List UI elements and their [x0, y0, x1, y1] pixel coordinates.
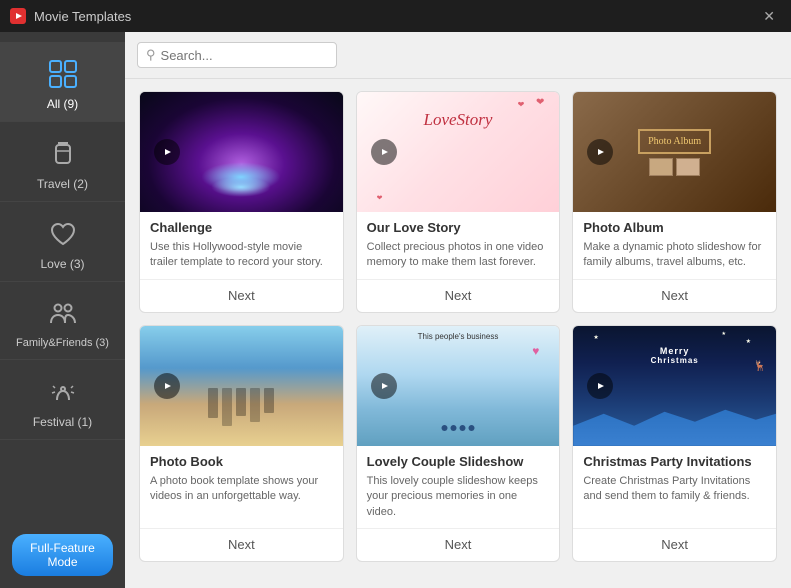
play-button-christmas[interactable] [587, 373, 613, 399]
next-button-couple[interactable]: Next [367, 537, 550, 552]
card-title-couple: Lovely Couple Slideshow [367, 454, 550, 469]
next-button-christmas[interactable]: Next [583, 537, 766, 552]
card-desc-photobook: A photo book template shows your videos … [150, 474, 333, 520]
window-title: Movie Templates [34, 9, 757, 24]
template-card-christmas: Merry Christmas ★ ★ ★ 🦌 [572, 325, 777, 562]
play-button-photobook[interactable] [154, 373, 180, 399]
sidebar-item-family[interactable]: Family&Friends (3) [0, 282, 125, 360]
card-title-challenge: Challenge [150, 220, 333, 235]
card-title-photobook: Photo Book [150, 454, 333, 469]
sidebar-item-love[interactable]: Love (3) [0, 202, 125, 282]
title-bar: Movie Templates ✕ [0, 0, 791, 32]
close-button[interactable]: ✕ [757, 6, 781, 27]
love-icon [45, 216, 81, 252]
sidebar-item-travel[interactable]: Travel (2) [0, 122, 125, 202]
card-body-photobook: Photo Book A photo book template shows y… [140, 446, 343, 528]
search-input-wrap[interactable]: ⚲ [137, 42, 337, 68]
card-title-christmas: Christmas Party Invitations [583, 454, 766, 469]
card-thumb-christmas: Merry Christmas ★ ★ ★ 🦌 [573, 326, 776, 446]
play-button-lovestory[interactable] [371, 139, 397, 165]
festival-icon [45, 374, 81, 410]
card-thumb-couple: This people's business ♥ [357, 326, 560, 446]
content-area: ⚲ Challenge Use this Hollywood-style [125, 32, 791, 588]
sidebar: All (9) Travel (2) Love (3) [0, 32, 125, 588]
travel-icon [45, 136, 81, 172]
card-footer-couple: Next [357, 528, 560, 561]
card-title-photoalbum: Photo Album [583, 220, 766, 235]
card-thumb-photobook [140, 326, 343, 446]
card-footer-photoalbum: Next [573, 279, 776, 312]
template-card-lovestory: LoveStory ❤ ❤ ❤ Our Love Story Collect p… [356, 91, 561, 313]
sidebar-festival-label: Festival (1) [33, 415, 92, 429]
card-footer-lovestory: Next [357, 279, 560, 312]
card-title-lovestory: Our Love Story [367, 220, 550, 235]
all-icon [45, 56, 81, 92]
search-bar: ⚲ [125, 32, 791, 79]
card-body-photoalbum: Photo Album Make a dynamic photo slidesh… [573, 212, 776, 279]
next-button-lovestory[interactable]: Next [367, 288, 550, 303]
template-grid: Challenge Use this Hollywood-style movie… [125, 79, 791, 588]
card-thumb-challenge [140, 92, 343, 212]
template-card-couple: This people's business ♥ Lov [356, 325, 561, 562]
family-icon [45, 296, 81, 332]
card-body-lovestory: Our Love Story Collect precious photos i… [357, 212, 560, 279]
card-desc-couple: This lovely couple slideshow keeps your … [367, 474, 550, 520]
sidebar-travel-label: Travel (2) [37, 177, 88, 191]
card-desc-lovestory: Collect precious photos in one video mem… [367, 240, 550, 271]
card-footer-challenge: Next [140, 279, 343, 312]
next-button-challenge[interactable]: Next [150, 288, 333, 303]
template-card-photobook: Photo Book A photo book template shows y… [139, 325, 344, 562]
template-card-challenge: Challenge Use this Hollywood-style movie… [139, 91, 344, 313]
card-body-couple: Lovely Couple Slideshow This lovely coup… [357, 446, 560, 528]
card-body-christmas: Christmas Party Invitations Create Chris… [573, 446, 776, 528]
app-icon [10, 8, 26, 24]
play-button-challenge[interactable] [154, 139, 180, 165]
template-card-photoalbum: Photo Album Photo Album Make a dynamic p… [572, 91, 777, 313]
full-feature-button[interactable]: Full-Feature Mode [12, 534, 113, 576]
sidebar-item-festival[interactable]: Festival (1) [0, 360, 125, 440]
next-button-photoalbum[interactable]: Next [583, 288, 766, 303]
card-thumb-lovestory: LoveStory ❤ ❤ ❤ [357, 92, 560, 212]
play-button-couple[interactable] [371, 373, 397, 399]
card-body-challenge: Challenge Use this Hollywood-style movie… [140, 212, 343, 279]
card-footer-christmas: Next [573, 528, 776, 561]
sidebar-all-label: All (9) [47, 97, 78, 111]
card-desc-challenge: Use this Hollywood-style movie trailer t… [150, 240, 333, 271]
sidebar-family-label: Family&Friends (3) [16, 337, 109, 349]
search-icon: ⚲ [146, 47, 156, 63]
sidebar-love-label: Love (3) [40, 257, 84, 271]
play-button-photoalbum[interactable] [587, 139, 613, 165]
search-input[interactable] [161, 48, 321, 63]
sidebar-item-all[interactable]: All (9) [0, 42, 125, 122]
bottom-button-wrap: Full-Feature Mode [0, 522, 125, 588]
card-thumb-photoalbum: Photo Album [573, 92, 776, 212]
card-footer-photobook: Next [140, 528, 343, 561]
main-layout: All (9) Travel (2) Love (3) [0, 32, 791, 588]
card-desc-photoalbum: Make a dynamic photo slideshow for famil… [583, 240, 766, 271]
next-button-photobook[interactable]: Next [150, 537, 333, 552]
card-desc-christmas: Create Christmas Party Invitations and s… [583, 474, 766, 520]
